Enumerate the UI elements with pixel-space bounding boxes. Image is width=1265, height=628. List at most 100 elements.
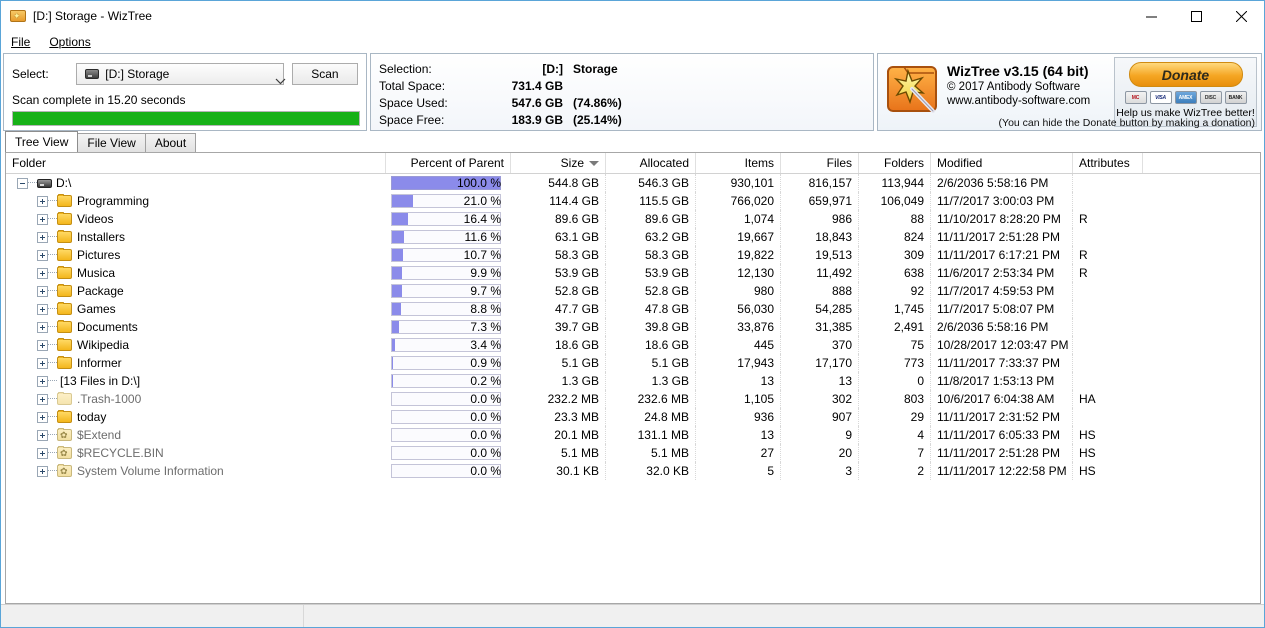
table-row[interactable]: Programming 21.0 % 114.4 GB 115.5 GB 766,020… (6, 192, 1260, 210)
expand-node-icon[interactable] (37, 339, 48, 351)
table-row[interactable]: Installers 11.6 % 63.1 GB 63.2 GB 19,667 18,8… (6, 228, 1260, 246)
tab-file-view[interactable]: File View (77, 133, 146, 152)
expand-node-icon[interactable] (37, 321, 48, 333)
tree-node-cell[interactable]: Musica (6, 264, 386, 282)
folder-system-icon (57, 428, 72, 441)
files-cell: 907 (781, 408, 859, 426)
tree-node-cell[interactable]: $Extend (6, 426, 386, 444)
tree-node-cell[interactable]: [13 Files in D:\] (6, 372, 386, 390)
collapse-node-icon[interactable] (17, 177, 28, 189)
table-row[interactable]: Pictures 10.7 % 58.3 GB 58.3 GB 19,822 19,513… (6, 246, 1260, 264)
attributes-cell (1073, 408, 1143, 426)
table-row[interactable]: Wikipedia 3.4 % 18.6 GB 18.6 GB 445 370 75 10/2… (6, 336, 1260, 354)
table-row[interactable]: System Volume Information 0.0 % 30.1 KB32.… (6, 462, 1260, 480)
tree-node-cell[interactable]: Videos (6, 210, 386, 228)
tab-tree-view[interactable]: Tree View (5, 131, 79, 152)
expand-node-icon[interactable] (37, 411, 48, 423)
expand-node-icon[interactable] (37, 447, 48, 459)
tree-node-cell[interactable]: System Volume Information (6, 462, 386, 480)
column-header-folders[interactable]: Folders (859, 153, 931, 173)
tree-node-label: Installers (77, 230, 126, 244)
tree-node-cell[interactable]: Informer (6, 354, 386, 372)
tab-about[interactable]: About (144, 133, 197, 152)
tree-node-cell[interactable]: today (6, 408, 386, 426)
column-header-size[interactable]: Size (511, 153, 606, 173)
items-cell: 5 (696, 462, 781, 480)
scan-controls-row: Select: [D:] Storage Scan (12, 62, 358, 86)
close-button[interactable] (1219, 1, 1264, 31)
column-header-modified[interactable]: Modified (931, 153, 1073, 173)
donate-button[interactable]: Donate (1128, 62, 1243, 87)
modified-cell: 2/6/2036 5:58:16 PM (931, 174, 1073, 192)
table-row[interactable]: Informer 0.9 % 5.1 GB 5.1 GB 17,943 17,170 773… (6, 354, 1260, 372)
tree-node-cell[interactable]: Documents (6, 318, 386, 336)
menu-options[interactable]: Options (47, 33, 99, 52)
expand-node-icon[interactable] (37, 465, 48, 477)
size-cell: 39.7 GB (511, 318, 606, 336)
column-header-items[interactable]: Items (696, 153, 781, 173)
column-header-attributes[interactable]: Attributes (1073, 153, 1143, 173)
tree-node-label: Games (77, 302, 116, 316)
total-space-value: 731.4 GB (511, 78, 563, 93)
folder-icon (57, 356, 72, 369)
expand-node-icon[interactable] (37, 429, 48, 441)
expand-node-icon[interactable] (37, 357, 48, 369)
table-row[interactable]: Package 9.7 % 52.8 GB 52.8 GB 980 888 92 11/7/2… (6, 282, 1260, 300)
expand-node-icon[interactable] (37, 303, 48, 315)
table-row[interactable]: D:\ 100.0 % 544.8 GB 546.3 GB 930,101 816,157… (6, 174, 1260, 192)
expand-node-icon[interactable] (37, 267, 48, 279)
modified-cell: 11/7/2017 4:59:53 PM (931, 282, 1073, 300)
tree-node-cell[interactable]: Games (6, 300, 386, 318)
column-header-allocated[interactable]: Allocated (606, 153, 696, 173)
tree-node-cell[interactable]: Programming (6, 192, 386, 210)
tree-node-cell[interactable]: $RECYCLE.BIN (6, 444, 386, 462)
percent-of-parent-cell: 0.9 % (386, 354, 511, 372)
column-header-folder[interactable]: Folder (6, 153, 386, 173)
table-row[interactable]: [13 Files in D:\] 0.2 % 1.3 GB 1.3 GB 13 13 0 1… (6, 372, 1260, 390)
folder-icon (57, 302, 72, 315)
tree-node-cell[interactable]: Package (6, 282, 386, 300)
website-link[interactable]: www.antibody-software.com (947, 95, 1090, 107)
table-row[interactable]: Musica 9.9 % 53.9 GB 53.9 GB 12,130 11,492 638… (6, 264, 1260, 282)
column-header-files[interactable]: Files (781, 153, 859, 173)
percent-bar-fill (392, 375, 393, 387)
items-cell: 13 (696, 372, 781, 390)
tree-connector (48, 398, 57, 400)
tree-node-cell[interactable]: .Trash-1000 (6, 390, 386, 408)
scan-button[interactable]: Scan (291, 63, 358, 85)
column-header-percent[interactable]: Percent of Parent (386, 153, 511, 173)
allocated-cell: 232.6 MB (606, 390, 696, 408)
column-header-label: Files (826, 156, 852, 170)
table-row[interactable]: $RECYCLE.BIN0.0 %5.1 MB5.1 MB2720711/11/… (6, 444, 1260, 462)
menu-file[interactable]: File (9, 33, 39, 52)
tree-node-cell[interactable]: Installers (6, 228, 386, 246)
expand-node-icon[interactable] (37, 285, 48, 297)
tree-node-label: Wikipedia (77, 338, 130, 352)
minimize-button[interactable] (1129, 1, 1174, 31)
table-row[interactable]: .Trash-1000 0.0 % 232.2 MB 232.6 MB 1,105 302… (6, 390, 1260, 408)
table-row[interactable]: $Extend 0.0 % 20.1 MB131.1 MB139411/11/201… (6, 426, 1260, 444)
expand-node-icon[interactable] (37, 393, 48, 405)
tree-node-cell[interactable]: D:\ (6, 174, 386, 192)
allocated-cell: 39.8 GB (606, 318, 696, 336)
drive-select[interactable]: [D:] Storage (76, 63, 286, 85)
table-row[interactable]: Videos 16.4 % 89.6 GB 89.6 GB 1,074 986 88 11/1… (6, 210, 1260, 228)
expand-node-icon[interactable] (37, 231, 48, 243)
percent-of-parent-cell: 9.7 % (386, 282, 511, 300)
tree-node-cell[interactable]: Wikipedia (6, 336, 386, 354)
tree-node-cell[interactable]: Pictures (6, 246, 386, 264)
expand-node-icon[interactable] (37, 249, 48, 261)
percent-value-label: 0.0 % (470, 446, 501, 460)
table-row[interactable]: Documents 7.3 % 39.7 GB 39.8 GB 33,876 31,385… (6, 318, 1260, 336)
table-row[interactable]: today 0.0 % 23.3 MB 24.8 MB 936 907 29 11/11/20… (6, 408, 1260, 426)
modified-cell: 11/6/2017 2:53:34 PM (931, 264, 1073, 282)
menu-bar: File Options (1, 31, 1264, 53)
expand-node-icon[interactable] (37, 213, 48, 225)
folder-icon (57, 320, 72, 333)
modified-cell: 2/6/2036 5:58:16 PM (931, 318, 1073, 336)
table-row[interactable]: Games 8.8 % 47.7 GB 47.8 GB 56,030 54,285 1,74… (6, 300, 1260, 318)
maximize-button[interactable] (1174, 1, 1219, 31)
expand-node-icon[interactable] (37, 375, 48, 387)
size-cell: 58.3 GB (511, 246, 606, 264)
expand-node-icon[interactable] (37, 195, 48, 207)
